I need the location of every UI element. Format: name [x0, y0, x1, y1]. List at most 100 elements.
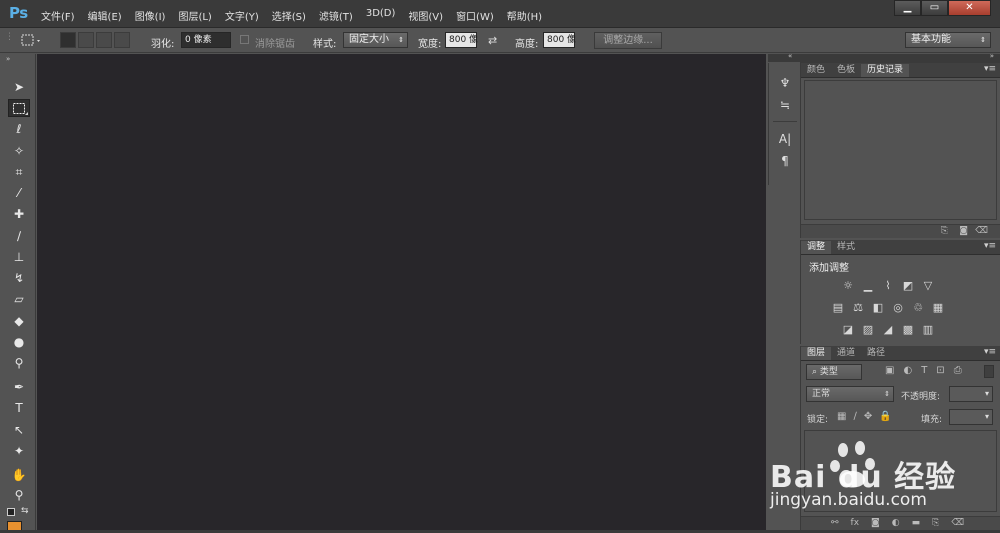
snapshot-icon[interactable]: ◙	[959, 226, 968, 236]
curves-icon[interactable]: ⌇	[881, 278, 895, 292]
feather-input[interactable]: 0 像素	[181, 32, 231, 48]
gradient-map-icon[interactable]: ▥	[921, 322, 935, 336]
menu-select[interactable]: 选择(S)	[272, 8, 306, 23]
expand-icon[interactable]: «	[788, 52, 792, 60]
hand-tool-icon[interactable]: ✋	[8, 466, 30, 484]
maximize-button[interactable]: ▭	[921, 0, 948, 16]
color-balance-icon[interactable]: ⚖	[851, 300, 865, 314]
tab-color[interactable]: 颜色	[801, 64, 831, 77]
menu-3d[interactable]: 3D(D)	[366, 8, 396, 23]
height-input[interactable]: 800 像	[543, 32, 576, 48]
menu-type[interactable]: 文字(Y)	[225, 8, 259, 23]
menu-window[interactable]: 窗口(W)	[456, 8, 494, 23]
brush-tool-icon[interactable]: ∕	[8, 227, 30, 245]
menu-image[interactable]: 图像(I)	[135, 8, 166, 23]
black-white-icon[interactable]: ◧	[871, 300, 885, 314]
default-colors-icon[interactable]	[7, 508, 15, 516]
tab-history[interactable]: 历史记录	[861, 64, 910, 77]
fill-input[interactable]: ▾	[949, 409, 993, 425]
magic-wand-icon[interactable]: ✧	[8, 142, 30, 160]
panel-menu-icon[interactable]: ▾≡	[984, 64, 996, 74]
type-tool-icon[interactable]: T	[8, 399, 30, 417]
healing-brush-icon[interactable]: ✚	[8, 205, 30, 223]
menu-help[interactable]: 帮助(H)	[507, 8, 542, 23]
posterize-icon[interactable]: ▨	[861, 322, 875, 336]
tab-swatches[interactable]: 色板	[831, 64, 861, 77]
tab-styles[interactable]: 样式	[831, 241, 861, 254]
tab-layers[interactable]: 图层	[801, 347, 832, 360]
crop-tool-icon[interactable]: ⌗	[8, 163, 30, 181]
color-lookup-icon[interactable]: ▦	[931, 300, 945, 314]
tab-adjustments[interactable]: 调整	[801, 241, 832, 254]
invert-icon[interactable]: ◪	[841, 322, 855, 336]
menu-edit[interactable]: 编辑(E)	[88, 8, 122, 23]
eraser-tool-icon[interactable]: ▱	[8, 290, 30, 308]
opacity-input[interactable]: ▾	[949, 386, 993, 402]
adjustment-layer-icon[interactable]: ◐	[892, 518, 900, 528]
character-icon[interactable]: A|	[777, 131, 793, 147]
workspace-select[interactable]: 基本功能 ⇕	[905, 32, 991, 48]
dodge-tool-icon[interactable]: ⚲	[8, 354, 30, 372]
new-selection-icon[interactable]	[60, 32, 76, 48]
lock-transparency-icon[interactable]: ▦	[837, 411, 846, 422]
vibrance-icon[interactable]: ▽	[921, 278, 935, 292]
style-select[interactable]: 固定大小 ⇕	[343, 32, 408, 48]
smart-object-filter-icon[interactable]: ⎙	[954, 365, 962, 376]
lock-all-icon[interactable]: 🔒	[879, 411, 891, 422]
brush-settings-icon[interactable]: ≒	[777, 97, 793, 113]
brush-presets-icon[interactable]: ♆	[777, 75, 793, 91]
link-layers-icon[interactable]: ⚯	[831, 518, 839, 528]
new-document-icon[interactable]: ⎘	[941, 226, 948, 236]
move-tool-icon[interactable]: ➤	[8, 78, 30, 96]
selective-color-icon[interactable]: ▩	[901, 322, 915, 336]
type-filter-icon[interactable]: T	[921, 365, 927, 376]
history-brush-icon[interactable]: ↯	[8, 269, 30, 287]
pixel-filter-icon[interactable]: ▣	[885, 365, 894, 376]
eyedropper-icon[interactable]: ⁄	[8, 184, 30, 202]
width-input[interactable]: 800 像	[445, 32, 478, 48]
marquee-tool-icon[interactable]	[8, 99, 30, 117]
adjustment-filter-icon[interactable]: ◐	[903, 365, 912, 376]
swap-colors-icon[interactable]: ⇆	[21, 506, 29, 516]
tab-channels[interactable]: 通道	[831, 347, 861, 360]
refine-edge-button[interactable]: 调整边缘...	[594, 32, 662, 49]
exposure-icon[interactable]: ◩	[901, 278, 915, 292]
marquee-preset-icon[interactable]	[21, 34, 43, 48]
paragraph-icon[interactable]: ¶	[777, 153, 793, 169]
group-icon[interactable]: ▬	[912, 518, 921, 528]
mask-icon[interactable]: ◙	[871, 518, 880, 528]
swap-icon[interactable]: ⇄	[488, 34, 497, 47]
clone-stamp-icon[interactable]: ⊥	[8, 248, 30, 266]
menu-view[interactable]: 视图(V)	[408, 8, 443, 23]
intersect-selection-icon[interactable]	[114, 32, 130, 48]
trash-icon[interactable]: ⌫	[951, 518, 964, 528]
menu-filter[interactable]: 滤镜(T)	[319, 8, 353, 23]
collapse-icon[interactable]: »	[6, 55, 10, 63]
path-select-icon[interactable]: ↖	[8, 421, 30, 439]
panel-menu-icon[interactable]: ▾≡	[984, 347, 996, 357]
menu-file[interactable]: 文件(F)	[41, 8, 75, 23]
layer-kind-filter[interactable]: ⌕ 类型	[806, 364, 862, 380]
fx-icon[interactable]: fx	[851, 518, 860, 528]
menu-layer[interactable]: 图层(L)	[178, 8, 211, 23]
tab-paths[interactable]: 路径	[861, 347, 891, 360]
add-selection-icon[interactable]	[78, 32, 94, 48]
collapse-icon[interactable]: »	[990, 52, 994, 60]
canvas-area[interactable]	[37, 54, 766, 530]
threshold-icon[interactable]: ◢	[881, 322, 895, 336]
new-layer-icon[interactable]: ⎘	[932, 518, 939, 528]
shape-filter-icon[interactable]: ⊡	[936, 365, 944, 376]
lock-pixels-icon[interactable]: ∕	[853, 411, 856, 422]
blend-mode-select[interactable]: 正常 ⇕	[806, 386, 894, 402]
close-button[interactable]: ✕	[948, 0, 991, 16]
lock-position-icon[interactable]: ✥	[864, 411, 872, 422]
zoom-tool-icon[interactable]: ⚲	[8, 486, 30, 504]
trash-icon[interactable]: ⌫	[975, 226, 988, 236]
pen-tool-icon[interactable]: ✒	[8, 378, 30, 396]
photo-filter-icon[interactable]: ◎	[891, 300, 905, 314]
panel-menu-icon[interactable]: ▾≡	[984, 241, 996, 251]
minimize-button[interactable]: ▁	[894, 0, 921, 16]
shape-tool-icon[interactable]: ✦	[8, 442, 30, 460]
lasso-tool-icon[interactable]: ℓ	[8, 120, 30, 138]
antialias-checkbox[interactable]	[240, 35, 249, 44]
